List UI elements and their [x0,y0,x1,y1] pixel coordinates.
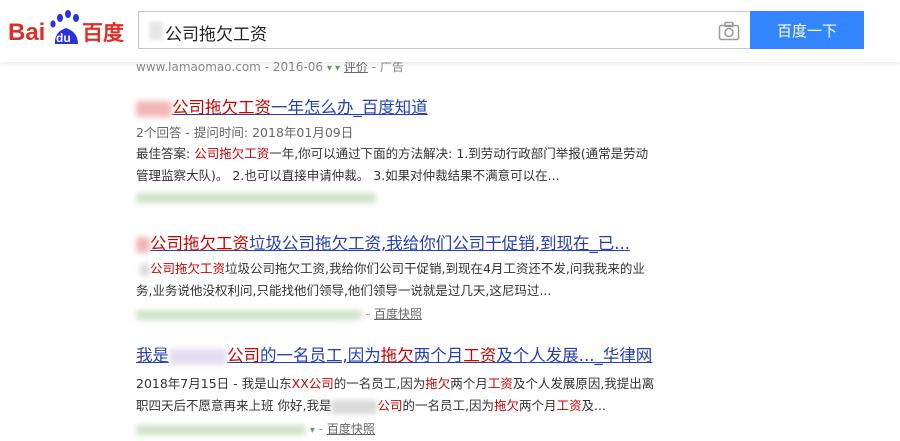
search-button[interactable]: 百度一下 [750,11,864,49]
svg-text:Bai: Bai [8,19,45,46]
cache-snapshot-link[interactable]: 百度快照 [327,422,375,436]
result-url[interactable]: www.lamaomao.com [136,60,261,74]
result-url-line: ▾ - 百度快照 [136,420,776,438]
search-result-1: 公司拖欠工资一年怎么办_百度知道 2个回答 - 提问时间: 2018年01月09… [136,97,776,208]
blurred-url [136,309,362,320]
evaluate-link[interactable]: 评价 [344,60,368,74]
result-abstract: 公司拖欠工资垃圾公司拖欠工资,我给你们公司干促销,到现在4月工资还不发,问我我来… [136,261,645,298]
svg-text:百度: 百度 [82,21,124,45]
result-abstract: 2018年7月15日 - 我是山东XX公司的一名员工,因为拖欠两个月工资及个人发… [136,376,655,414]
blurred-region [136,236,150,253]
blurred-url [136,192,376,203]
blurred-region [169,348,227,365]
search-result-2: 公司拖欠工资垃圾公司拖欠工资,我给你们公司干促销,到现在_已... 公司拖欠工资… [136,233,776,323]
blurred-region [331,399,378,414]
blurred-region [136,100,172,117]
blurred-url [136,424,306,435]
result-title-link[interactable]: 公司拖欠工资一年怎么办_百度知道 [136,97,776,119]
result-title-link[interactable]: 我是 公司的一名员工,因为拖欠两个月工资及个人发展..._华律网 [136,345,776,367]
search-result-3: 我是 公司的一名员工,因为拖欠两个月工资及个人发展..._华律网 2018年7月1… [136,345,776,438]
result-title-link[interactable]: 公司拖欠工资垃圾公司拖欠工资,我给你们公司干促销,到现在_已... [136,233,776,255]
cache-snapshot-link[interactable]: 百度快照 [374,307,422,321]
result-abstract: 最佳答案: 公司拖欠工资一年,你可以通过下面的方法解决: 1.到劳动行政部门举报… [136,146,649,183]
result-date: - 2016-06 [264,60,323,74]
result-url-line [136,190,776,208]
result-meta: 2个回答 - 提问时间: 2018年01月09日 [136,125,354,140]
camera-icon[interactable] [718,21,740,41]
search-input[interactable]: 公司拖欠工资 [138,11,750,49]
search-header: Bai du 百度 公司拖欠工资 百度一下 [0,0,900,62]
result-url-line: - 百度快照 [136,305,776,323]
blurred-region [139,263,150,276]
dropdown-arrow-icon[interactable]: ▾ ▾ [327,63,340,74]
baidu-logo[interactable]: Bai du 百度 [8,10,130,50]
blurred-region [149,22,163,40]
svg-text:du: du [56,31,71,45]
dropdown-arrow-icon[interactable]: ▾ [310,425,315,436]
ad-tag: - 广告 [371,60,404,74]
search-query-text: 公司拖欠工资 [165,25,267,45]
